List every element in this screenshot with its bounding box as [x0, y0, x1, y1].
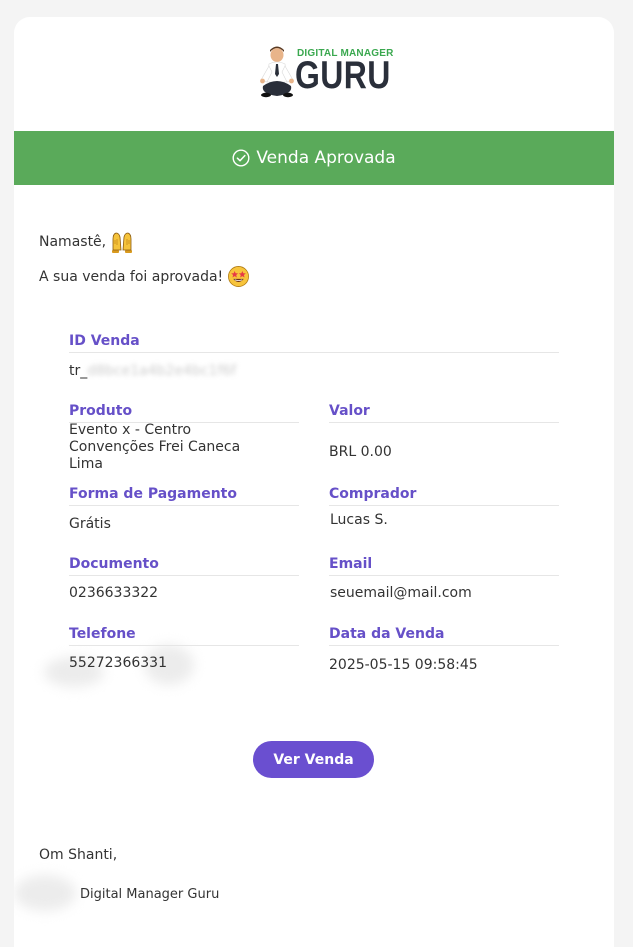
telefone-label: Telefone [69, 626, 136, 642]
logo: DIGITAL MANAGER GURU [259, 44, 393, 104]
greeting: Namastê, [39, 230, 134, 254]
divider [69, 352, 559, 353]
ver-venda-button[interactable]: Ver Venda [253, 741, 374, 778]
id-venda-redacted: d8bce1a4b2e4bc1f6f [87, 363, 237, 379]
data-venda-value: 2025-05-15 09:58:45 [329, 657, 478, 673]
approval-message: A sua venda foi aprovada! [39, 265, 250, 288]
signature: Digital Manager Guru [80, 887, 220, 902]
meditating-guru-icon [260, 46, 294, 98]
raised-hands-emoji [112, 232, 133, 253]
documento-value: 0236633322 [69, 585, 159, 601]
forma-pagamento-value: Grátis [69, 516, 111, 532]
banner-title: Venda Aprovada [256, 148, 396, 168]
redaction-smudge [14, 875, 76, 911]
signoff: Om Shanti, [39, 847, 118, 863]
valor-label: Valor [329, 403, 370, 419]
documento-label: Documento [69, 556, 159, 572]
approval-message-text: A sua venda foi aprovada! [39, 268, 224, 285]
email-label: Email [329, 556, 373, 572]
divider [329, 422, 559, 423]
data-venda-label: Data da Venda [329, 626, 445, 642]
produto-label: Produto [69, 403, 133, 419]
logo-title: GURU [295, 54, 391, 97]
email-value: seuemail@mail.com [330, 585, 472, 601]
forma-pagamento-label: Forma de Pagamento [69, 486, 237, 502]
star-struck-emoji [228, 266, 250, 287]
divider [69, 645, 299, 646]
id-venda-prefix: tr_ [69, 363, 88, 379]
id-venda-value: tr_d8bce1a4b2e4bc1f6f [69, 363, 236, 380]
telefone-value: 55272366331 [69, 655, 167, 671]
check-circle-icon [232, 149, 250, 167]
produto-value: Evento x - Centro Convenções Frei Caneca… [69, 422, 241, 472]
approval-banner: Venda Aprovada [14, 131, 614, 185]
comprador-value: Lucas S. [330, 512, 388, 528]
divider [329, 645, 559, 646]
divider [69, 505, 299, 506]
greeting-text: Namastê, [39, 234, 107, 250]
email-card: DIGITAL MANAGER GURU Venda Aprovada Nama… [14, 17, 614, 947]
divider [329, 575, 559, 576]
divider [329, 505, 559, 506]
valor-value: BRL 0.00 [329, 444, 392, 460]
id-venda-label: ID Venda [69, 333, 140, 349]
comprador-label: Comprador [329, 486, 417, 502]
divider [69, 575, 299, 576]
